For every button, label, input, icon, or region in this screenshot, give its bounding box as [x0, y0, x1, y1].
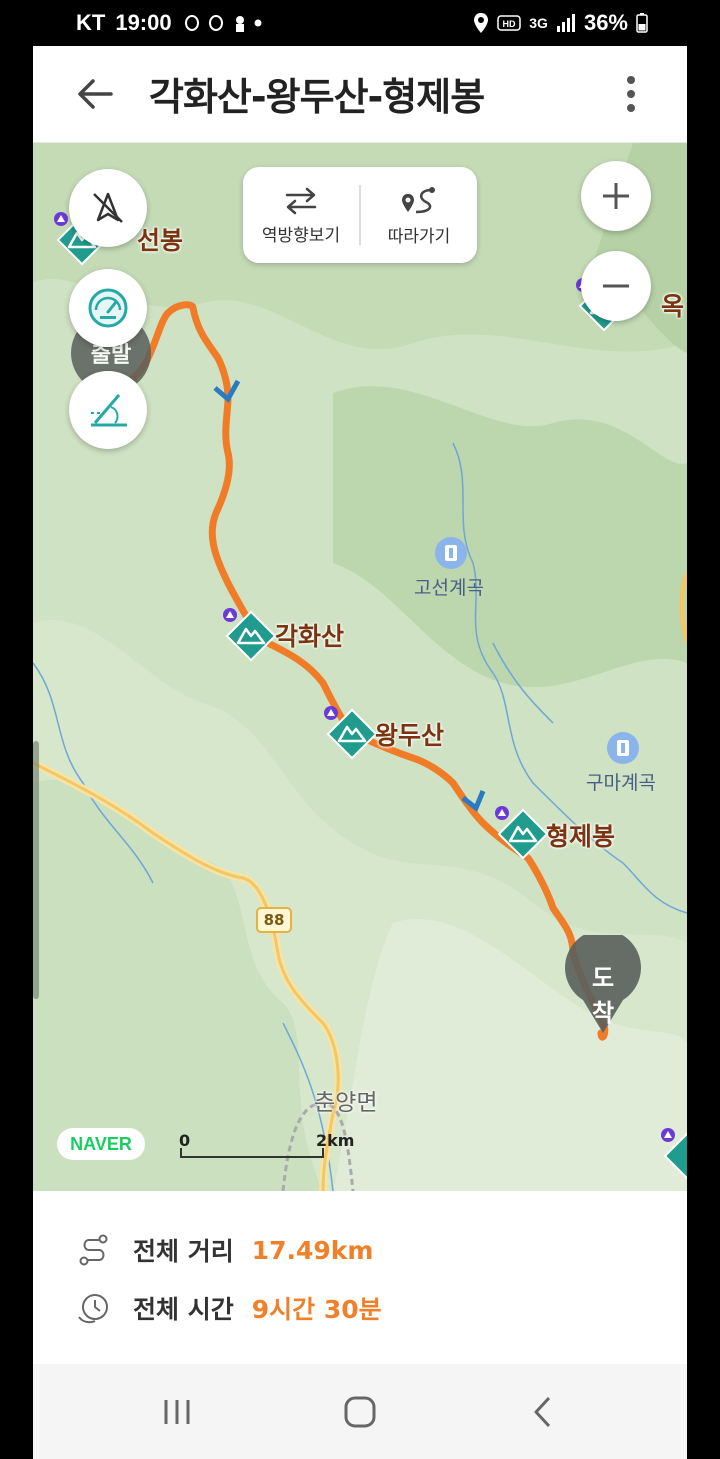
town-label: 춘양면 — [314, 1090, 378, 1116]
time-value: 9시간 30분 — [251, 1295, 382, 1324]
recent-apps-button[interactable] — [147, 1388, 207, 1436]
route-options-panel: 역방향보기 따라가기 — [243, 167, 477, 263]
distance-label: 전체 거리 — [133, 1237, 234, 1266]
road-number-shield: 88 — [256, 907, 292, 933]
clock: 19:00 — [115, 10, 172, 35]
clock-icon — [78, 1294, 108, 1324]
hd-icon: HD — [497, 15, 522, 31]
poi-label: 구마계곡 — [586, 772, 656, 794]
svg-text:HD: HD — [503, 19, 516, 29]
route-end-label: 도착 — [591, 964, 615, 1027]
back-button[interactable] — [513, 1388, 573, 1436]
route-follow-icon — [402, 186, 435, 213]
system-nav-bar — [33, 1364, 687, 1459]
time-label: 전체 시간 — [133, 1295, 234, 1324]
compass-off-button[interactable] — [69, 169, 147, 247]
back-arrow-icon[interactable] — [73, 72, 117, 116]
network-type: 3G — [529, 15, 548, 31]
peak-label: 형제봉 — [546, 822, 616, 851]
valley-poi-icon[interactable] — [434, 536, 468, 570]
peak-label: 왕두산 — [375, 721, 445, 750]
location-icon — [474, 13, 489, 33]
carrier: KT — [76, 10, 106, 35]
status-bar: KT 19:00 HD 3G 36% — [0, 0, 720, 46]
app-screen: 각화산-왕두산-형제봉 출발 도착 각화산 왕두산 형제봉 선봉 옥 고선계곡 … — [33, 46, 687, 1459]
recent-apps-icon — [164, 1400, 190, 1424]
zoom-in-button[interactable] — [581, 161, 651, 231]
distance-value: 17.49km — [251, 1235, 374, 1265]
back-icon — [534, 1396, 551, 1428]
route-summary: 전체 거리 17.49km 전체 시간 9시간 30분 — [33, 1192, 687, 1362]
notification-icons — [184, 15, 262, 32]
speedometer-icon — [88, 288, 128, 328]
page-title: 각화산-왕두산-형제봉 — [149, 75, 485, 119]
time-row: 전체 시간 9시간 30분 — [77, 1290, 382, 1326]
home-button[interactable] — [330, 1388, 390, 1436]
map-view[interactable]: 출발 도착 각화산 왕두산 형제봉 선봉 옥 고선계곡 구마계곡 88 춘양면 … — [33, 143, 687, 1191]
scale-bar — [180, 1148, 324, 1158]
elevation-button[interactable] — [69, 371, 147, 449]
follow-label: 따라가기 — [387, 226, 451, 247]
more-options-icon[interactable] — [615, 72, 647, 116]
peak-label: 각화산 — [275, 622, 345, 651]
compass-off-icon — [93, 192, 123, 223]
mountain-marker-icon[interactable] — [658, 1125, 687, 1183]
naver-logo: NAVER — [57, 1128, 145, 1160]
zoom-out-button[interactable] — [581, 251, 651, 321]
signal-icon — [556, 14, 575, 32]
poi-label: 고선계곡 — [414, 577, 484, 599]
slope-icon — [91, 394, 127, 427]
distance-row: 전체 거리 17.49km — [77, 1232, 373, 1268]
swap-arrows-icon — [285, 187, 317, 214]
speed-gauge-button[interactable] — [69, 269, 147, 347]
battery-icon — [636, 13, 648, 33]
mountain-marker-icon[interactable] — [321, 703, 379, 761]
mountain-marker-icon[interactable] — [492, 803, 550, 861]
battery-percent: 36% — [583, 10, 628, 35]
reverse-direction-button[interactable]: 역방향보기 — [243, 167, 359, 263]
follow-route-button[interactable]: 따라가기 — [361, 167, 477, 263]
app-header: 각화산-왕두산-형제봉 — [33, 46, 687, 143]
side-handle[interactable] — [33, 741, 39, 999]
valley-poi-icon[interactable] — [606, 731, 640, 765]
mountain-marker-icon[interactable] — [220, 605, 278, 663]
plus-icon — [603, 183, 629, 209]
home-icon — [344, 1396, 376, 1428]
route-distance-icon — [79, 1234, 108, 1266]
reverse-label: 역방향보기 — [261, 225, 341, 246]
peak-label-partial: 옥 — [661, 292, 685, 321]
minus-icon — [603, 284, 629, 288]
peak-label-partial: 선봉 — [137, 226, 184, 255]
